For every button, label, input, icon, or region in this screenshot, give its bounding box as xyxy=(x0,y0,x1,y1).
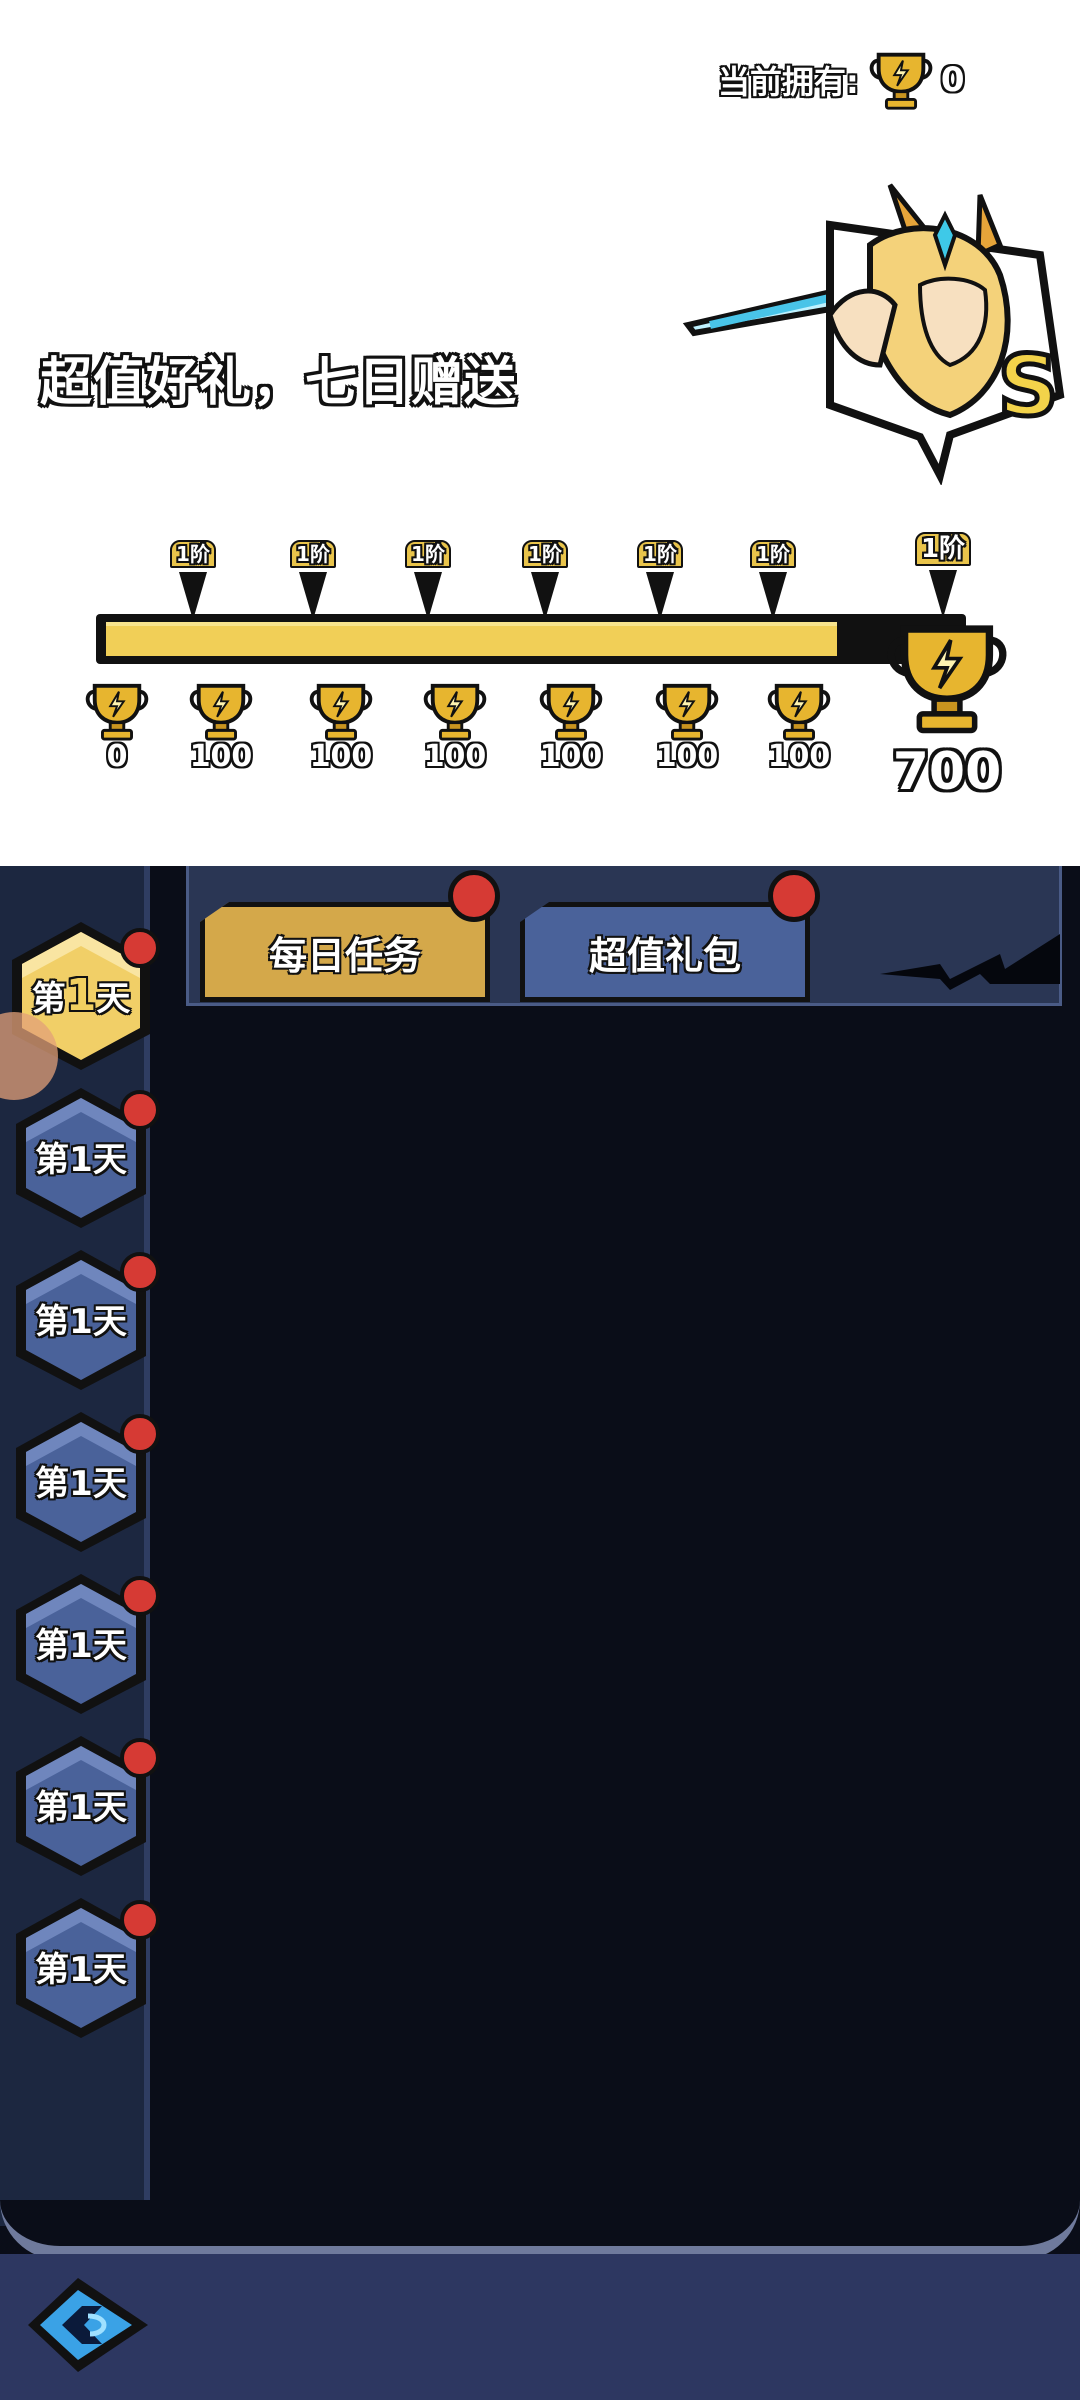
reward-value: 100 xyxy=(539,739,603,774)
tier-marker: 1阶 xyxy=(393,540,463,620)
owned-label: 当前拥有: xyxy=(718,63,859,101)
day-label: 第1天 xyxy=(35,1140,127,1180)
reward-value: 100 xyxy=(423,739,487,774)
notification-dot xyxy=(768,870,820,922)
tier-marker: 1阶 xyxy=(510,540,580,620)
reward-node[interactable]: 0 xyxy=(72,680,162,774)
panel-bottom-frame xyxy=(0,2200,1080,2260)
reward-node[interactable]: 100 xyxy=(642,680,732,774)
day-label: 第1天 xyxy=(35,1788,127,1828)
notification-dot xyxy=(448,870,500,922)
trophy-icon xyxy=(655,683,719,742)
notification-dot xyxy=(120,1252,160,1292)
day-tab-3[interactable]: 第1天 xyxy=(8,1244,160,1394)
back-arrow-icon[interactable] xyxy=(18,2270,158,2380)
notification-dot xyxy=(120,1090,160,1130)
owned-trophies: 当前拥有: 0 xyxy=(718,50,964,110)
reward-value: 100 xyxy=(189,739,253,774)
day-label: 第1天 xyxy=(35,1464,127,1504)
trophy-icon xyxy=(878,618,1016,736)
tab-daily-label: 每日任务 xyxy=(268,933,421,978)
day-label: 第1天 xyxy=(31,970,131,1021)
trophy-icon xyxy=(767,683,831,742)
notification-dot xyxy=(120,1414,160,1454)
trophy-icon xyxy=(189,683,253,742)
day-tab-7[interactable]: 第1天 xyxy=(8,1892,160,2042)
day-tab-2[interactable]: 第1天 xyxy=(8,1082,160,1232)
reward-value: 100 xyxy=(655,739,719,774)
lightning-decoration-icon xyxy=(880,934,1060,990)
progress-bar xyxy=(96,614,966,664)
reward-value: 100 xyxy=(767,739,831,774)
tier-arrow-icon xyxy=(299,572,327,620)
final-reward-node[interactable]: 700 xyxy=(872,618,1022,802)
reward-node[interactable]: 100 xyxy=(296,680,386,774)
notification-dot xyxy=(120,1738,160,1778)
tier-tag: 1阶 xyxy=(637,540,683,568)
tier-tag: 1阶 xyxy=(522,540,568,568)
tier-arrow-icon xyxy=(929,570,957,618)
day-label: 第1天 xyxy=(35,1302,127,1342)
notification-dot xyxy=(120,1576,160,1616)
tier-arrow-icon xyxy=(179,572,207,620)
notification-dot xyxy=(120,1900,160,1940)
day-tab-6[interactable]: 第1天 xyxy=(8,1730,160,1880)
tab-gift-label: 超值礼包 xyxy=(588,933,741,978)
reward-node[interactable]: 100 xyxy=(754,680,844,774)
trophy-icon xyxy=(869,52,933,110)
reward-node[interactable]: 100 xyxy=(176,680,266,774)
hero-emblem: S xyxy=(682,183,1065,485)
final-reward-value: 700 xyxy=(892,742,1002,802)
tier-marker: 1阶 xyxy=(738,540,808,620)
task-panel: 每日任务 超值礼包 第1天 第1天 第1天 第1天 第1天 第1天 第1天 xyxy=(0,866,1080,2400)
tier-marker: 1阶 xyxy=(158,540,228,620)
reward-node[interactable]: 100 xyxy=(526,680,616,774)
event-title: 超值好礼，七日赠送 xyxy=(40,353,518,413)
progress-track: 1阶 1阶 1阶 1阶 1阶 1阶 1阶 0 100 100 100 100 1… xyxy=(0,532,1080,802)
tier-arrow-icon xyxy=(414,572,442,620)
tier-tag: 1阶 xyxy=(750,540,796,568)
tier-marker: 1阶 xyxy=(278,540,348,620)
reward-value: 100 xyxy=(309,739,373,774)
tier-tag: 1阶 xyxy=(290,540,336,568)
trophy-icon xyxy=(309,683,373,742)
bottom-bar xyxy=(0,2254,1080,2400)
hero-rank: S xyxy=(998,337,1059,435)
owned-count: 0 xyxy=(940,60,965,100)
trophy-icon xyxy=(539,683,603,742)
tier-tag: 1阶 xyxy=(170,540,216,568)
tier-tag: 1阶 xyxy=(405,540,451,568)
day-tab-5[interactable]: 第1天 xyxy=(8,1568,160,1718)
tab-value-pack[interactable]: 超值礼包 xyxy=(520,902,810,1002)
day-label: 第1天 xyxy=(35,1950,127,1990)
notification-dot xyxy=(120,928,160,968)
tier-tag: 1阶 xyxy=(914,532,972,566)
trophy-icon xyxy=(423,683,487,742)
tier-marker-final: 1阶 xyxy=(908,532,978,618)
tier-marker: 1阶 xyxy=(625,540,695,620)
day-tab-4[interactable]: 第1天 xyxy=(8,1406,160,1556)
reward-node[interactable]: 100 xyxy=(410,680,500,774)
reward-value: 0 xyxy=(106,739,128,774)
tab-daily-tasks[interactable]: 每日任务 xyxy=(200,902,490,1002)
tier-arrow-icon xyxy=(759,572,787,620)
tier-arrow-icon xyxy=(531,572,559,620)
progress-bar-fill xyxy=(106,622,837,656)
day-label: 第1天 xyxy=(35,1626,127,1666)
trophy-icon xyxy=(85,683,149,742)
tier-arrow-icon xyxy=(646,572,674,620)
